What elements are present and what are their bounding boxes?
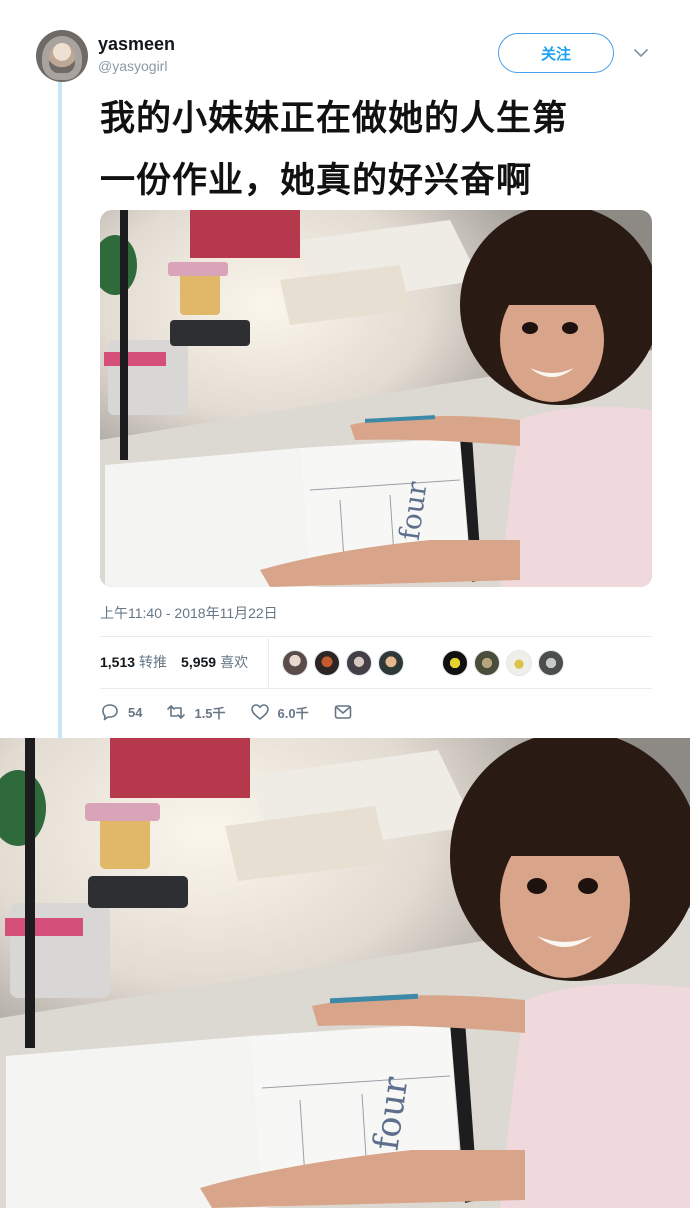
thread-line: [58, 82, 62, 738]
reply-button[interactable]: 54: [100, 702, 142, 722]
retweet-count: 1,513: [100, 654, 136, 670]
like-stat-label: 喜欢: [220, 654, 249, 670]
retweet-stat[interactable]: 1,513 转推: [100, 652, 167, 672]
tweet-timestamp[interactable]: 上午11:40 - 2018年11月22日: [100, 603, 278, 623]
retweet-action-count: 1.5千: [194, 705, 226, 721]
divider: [100, 636, 652, 637]
liker-avatar[interactable]: [538, 650, 564, 676]
liker-avatar[interactable]: [474, 650, 500, 676]
liker-avatar[interactable]: [378, 650, 404, 676]
tweet-card: yasmeen @yasyogirl 关注 我的小妹妹正在做她的人生第 一份作业…: [0, 0, 690, 738]
liker-avatar[interactable]: [282, 650, 308, 676]
reply-count: 54: [128, 704, 143, 720]
like-button[interactable]: 6.0千: [250, 702, 309, 722]
tweet-text: 我的小妹妹正在做她的人生第 一份作业，她真的好兴奋啊: [100, 88, 660, 212]
liker-avatar[interactable]: [314, 650, 340, 676]
liker-avatar[interactable]: [346, 650, 372, 676]
enlarged-photo[interactable]: four: [0, 738, 690, 1208]
tweet-text-line-1: 我的小妹妹正在做她的人生第: [100, 99, 569, 139]
tweet-actions: 54 1.5千 6.0千: [100, 702, 377, 722]
user-handle[interactable]: @yasyogirl: [98, 58, 167, 74]
message-button[interactable]: [333, 702, 353, 722]
tweet-text-line-2: 一份作业，她真的好兴奋啊: [100, 161, 533, 201]
retweet-stat-label: 转推: [139, 654, 168, 670]
follow-button[interactable]: 关注: [498, 33, 614, 73]
liker-avatar[interactable]: [410, 650, 436, 676]
tweet-stats: 1,513 转推 5,959 喜欢: [100, 652, 248, 672]
message-icon: [334, 705, 351, 719]
liker-avatar[interactable]: [442, 650, 468, 676]
user-name[interactable]: yasmeen: [98, 34, 175, 55]
chevron-down-icon[interactable]: [632, 44, 650, 62]
tweet-photo[interactable]: four: [100, 210, 652, 587]
reply-icon: [102, 704, 118, 721]
divider: [100, 688, 652, 689]
retweet-icon: [167, 705, 186, 719]
liker-avatar[interactable]: [506, 650, 532, 676]
retweet-button[interactable]: 1.5千: [166, 702, 226, 722]
like-count: 5,959: [181, 654, 217, 670]
stats-separator: [268, 638, 269, 688]
like-action-count: 6.0千: [277, 705, 309, 721]
like-icon: [250, 704, 269, 720]
avatar[interactable]: [36, 30, 88, 82]
liker-avatars: [282, 650, 564, 676]
like-stat[interactable]: 5,959 喜欢: [181, 652, 248, 672]
